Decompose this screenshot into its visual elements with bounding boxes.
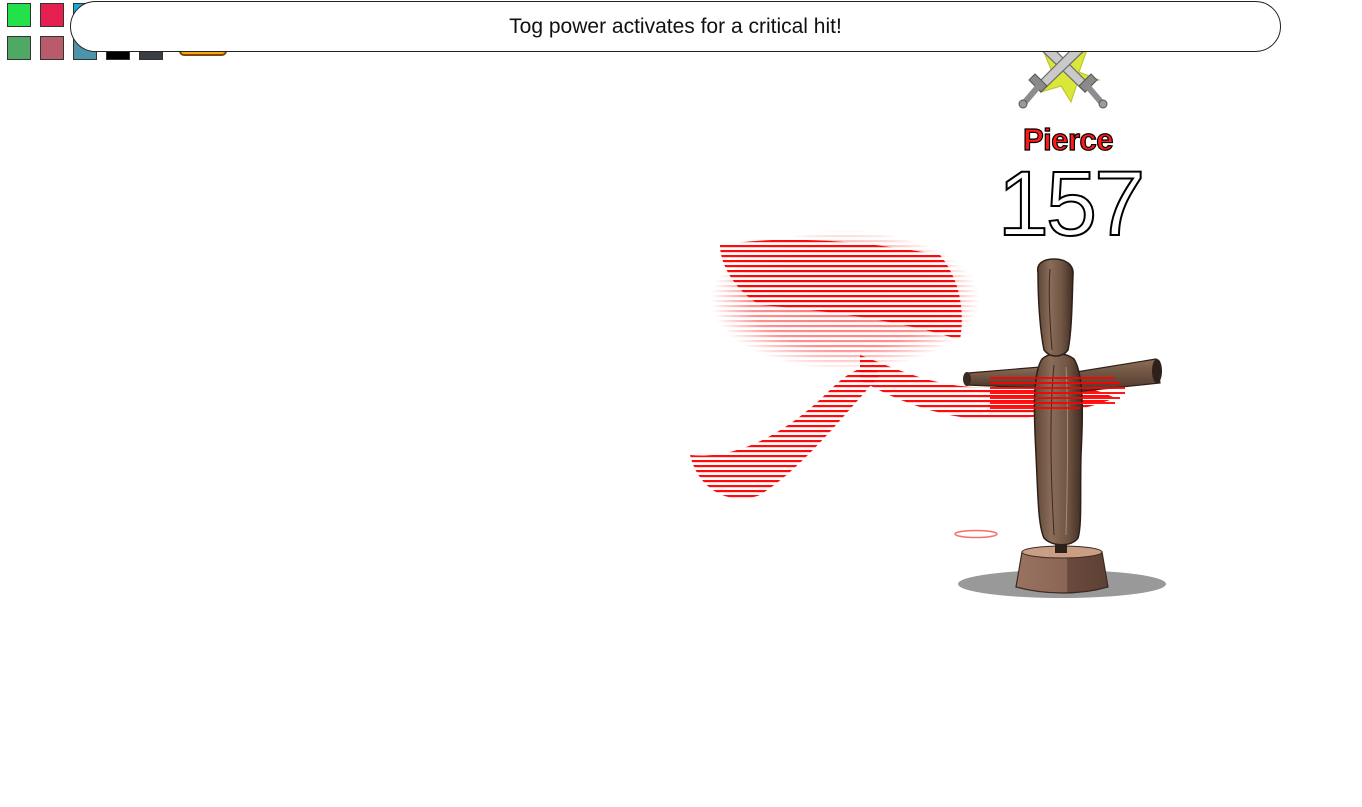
crossed-swords-icon bbox=[1018, 42, 1108, 109]
damage-value: 157 bbox=[997, 152, 1147, 256]
training-dummy-icon[interactable] bbox=[950, 255, 1180, 605]
banner-message: Tog power activates for a critical hit! bbox=[509, 14, 842, 38]
game-stage[interactable]: Pierce 157 Tog power activates for a cri… bbox=[0, 0, 1362, 807]
notification-banner: Tog power activates for a critical hit! bbox=[70, 1, 1281, 52]
